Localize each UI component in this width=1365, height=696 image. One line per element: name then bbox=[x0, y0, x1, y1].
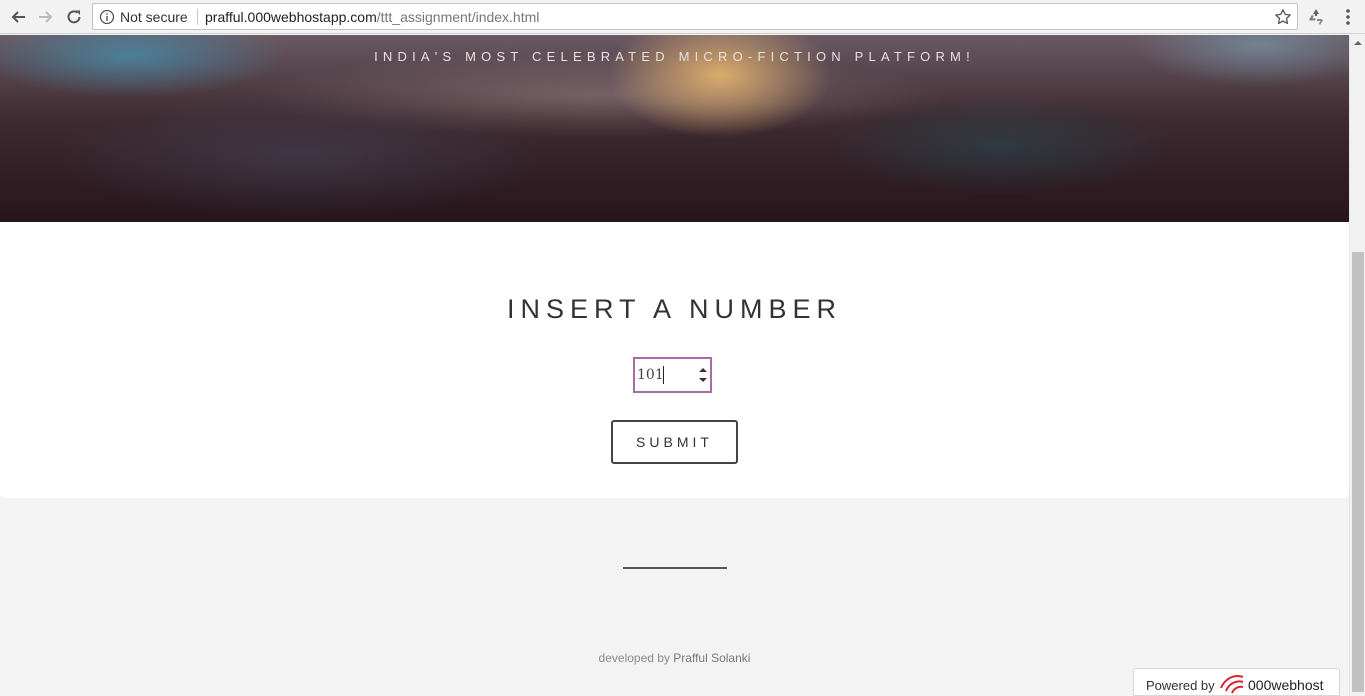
url-host: prafful.000webhostapp.com bbox=[205, 9, 377, 25]
reload-icon bbox=[67, 10, 81, 24]
page-scrollbar[interactable] bbox=[1349, 35, 1365, 696]
back-arrow-icon bbox=[11, 11, 25, 23]
menu-icon[interactable] bbox=[1338, 6, 1358, 28]
number-input[interactable]: 101 bbox=[633, 357, 712, 393]
footer-divider bbox=[623, 567, 727, 569]
info-icon[interactable] bbox=[99, 9, 115, 25]
forward-arrow-icon bbox=[39, 11, 53, 23]
url-path: /ttt_assignment/index.html bbox=[376, 9, 540, 25]
footer-credit: developed by Prafful Solanki bbox=[0, 651, 1349, 665]
page: INDIA'S MOST CELEBRATED MICRO-FICTION PL… bbox=[0, 35, 1349, 696]
stepper-icon[interactable] bbox=[697, 364, 709, 386]
url-text[interactable]: prafful.000webhostapp.com/ttt_assignment… bbox=[205, 9, 539, 25]
browser-toolbar: Not secure prafful.000webhostapp.com/ttt… bbox=[0, 0, 1365, 34]
number-form-section: INSERT A NUMBER 101 SUBMIT bbox=[0, 222, 1349, 498]
text-caret bbox=[663, 366, 664, 384]
brand-name: 000webhost bbox=[1248, 677, 1324, 693]
extension-icon[interactable] bbox=[1305, 6, 1327, 28]
credit-name: Prafful Solanki bbox=[673, 651, 751, 665]
reload-button[interactable] bbox=[63, 6, 85, 28]
powered-by-badge[interactable]: Powered by 000webhost bbox=[1133, 668, 1340, 696]
back-button[interactable] bbox=[7, 6, 29, 28]
star-icon[interactable] bbox=[1274, 8, 1292, 26]
credit-prefix: developed by bbox=[598, 651, 674, 665]
scrollbar-thumb[interactable] bbox=[1352, 252, 1364, 692]
number-input-value: 101 bbox=[637, 367, 664, 383]
scroll-up-arrow-icon[interactable] bbox=[1353, 39, 1363, 47]
forward-button[interactable] bbox=[35, 6, 57, 28]
hero-tagline: INDIA'S MOST CELEBRATED MICRO-FICTION PL… bbox=[374, 49, 975, 64]
security-label[interactable]: Not secure bbox=[120, 9, 188, 25]
address-bar[interactable]: Not secure prafful.000webhostapp.com/ttt… bbox=[92, 3, 1298, 30]
form-heading: INSERT A NUMBER bbox=[506, 294, 843, 324]
hero-banner: INDIA'S MOST CELEBRATED MICRO-FICTION PL… bbox=[0, 35, 1349, 222]
000webhost-logo bbox=[1220, 675, 1244, 694]
omnibox-separator bbox=[197, 9, 198, 25]
powered-label: Powered by bbox=[1146, 678, 1215, 693]
submit-button[interactable]: SUBMIT bbox=[611, 420, 738, 464]
